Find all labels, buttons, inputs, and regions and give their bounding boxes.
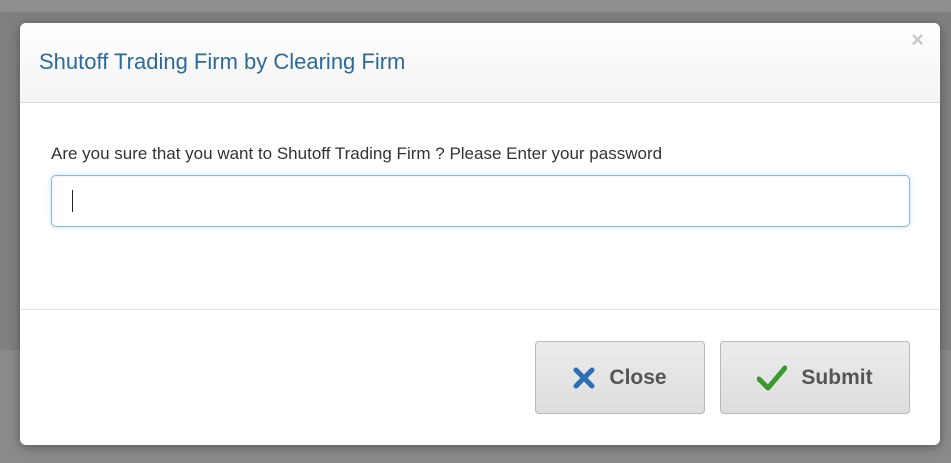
submit-button[interactable]: Submit	[720, 341, 910, 414]
dialog-header: Shutoff Trading Firm by Clearing Firm ×	[20, 23, 940, 103]
text-caret	[72, 190, 73, 212]
x-icon	[573, 367, 595, 389]
shutoff-dialog: Shutoff Trading Firm by Clearing Firm × …	[20, 23, 940, 445]
close-button[interactable]: Close	[535, 341, 705, 414]
close-button-label: Close	[609, 365, 667, 389]
password-input[interactable]	[51, 175, 910, 227]
modal-backdrop-top	[0, 0, 951, 12]
confirmation-prompt: Are you sure that you want to Shutoff Tr…	[51, 144, 663, 163]
dialog-close-icon[interactable]: ×	[911, 29, 924, 51]
dialog-title: Shutoff Trading Firm by Clearing Firm	[39, 49, 406, 74]
check-icon	[757, 365, 788, 391]
submit-button-label: Submit	[801, 365, 873, 389]
